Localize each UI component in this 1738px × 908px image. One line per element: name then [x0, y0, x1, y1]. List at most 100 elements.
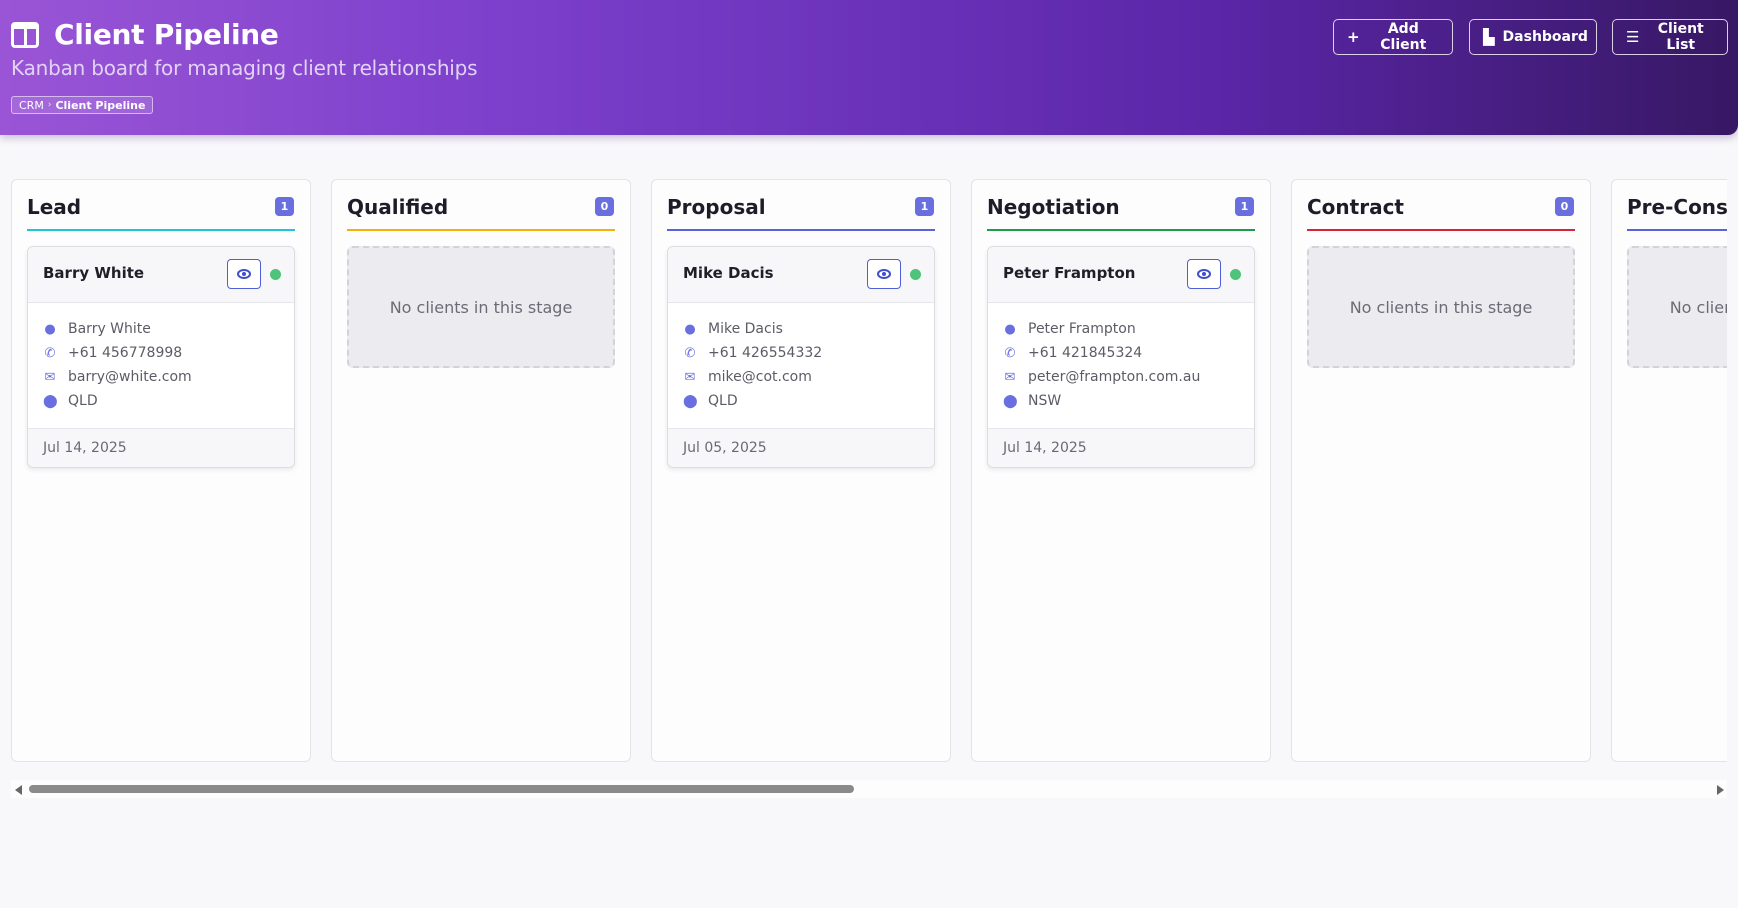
kanban-board: Lead 1 Barry White ● Barry White ✆ +61 456…: [11, 179, 1727, 762]
empty-stage-placeholder: No clients in this stage: [347, 246, 615, 368]
location-row: ⬤ QLD: [683, 389, 919, 413]
column-count-badge: 1: [275, 197, 294, 216]
eye-icon: [237, 269, 251, 279]
add-client-button[interactable]: + Add Client: [1333, 19, 1453, 55]
kanban-icon: [11, 21, 39, 48]
phone-number: +61 456778998: [68, 345, 183, 361]
card-body: ● Barry White ✆ +61 456778998 ✉ barry@white…: [28, 303, 294, 428]
location: NSW: [1028, 393, 1062, 409]
breadcrumb: CRM › Client Pipeline: [11, 96, 154, 114]
column-pre-construction: Pre-Const No clients in this stage: [1611, 179, 1727, 762]
column-header: Lead 1: [27, 193, 295, 231]
scroll-right-arrow-icon[interactable]: [1717, 785, 1724, 795]
location: QLD: [708, 393, 738, 409]
phone-icon: ✆: [1004, 345, 1016, 361]
view-client-button[interactable]: [867, 259, 901, 289]
contact-name: Mike Dacis: [708, 321, 783, 337]
phone-icon: ✆: [684, 345, 696, 361]
phone-number: +61 426554332: [708, 345, 823, 361]
column-header: Contract 0: [1307, 193, 1575, 231]
location-row: ⬤ NSW: [1003, 389, 1239, 413]
email-address: mike@cot.com: [708, 369, 812, 385]
eye-icon: [877, 269, 891, 279]
board-horizontal-scrollbar[interactable]: [11, 780, 1727, 798]
column-header: Qualified 0: [347, 193, 615, 231]
card-body: ● Peter Frampton ✆ +61 421845324 ✉ peter@fr…: [988, 303, 1254, 428]
column-title: Pre-Const: [1627, 195, 1727, 219]
card-footer-date: Jul 14, 2025: [988, 428, 1254, 467]
phone-row: ✆ +61 456778998: [43, 341, 279, 365]
view-client-button[interactable]: [1187, 259, 1221, 289]
phone-icon: ✆: [44, 345, 56, 361]
user-icon: ●: [1004, 321, 1016, 337]
column-title: Lead: [27, 195, 82, 219]
column-count-badge: 1: [1235, 197, 1254, 216]
breadcrumb-current: Client Pipeline: [55, 98, 146, 112]
email-address: barry@white.com: [68, 369, 192, 385]
title-row: Client Pipeline: [11, 18, 279, 51]
contact-row: ● Mike Dacis: [683, 317, 919, 341]
email-row: ✉ peter@frampton.com.au: [1003, 365, 1239, 389]
dashboard-label: Dashboard: [1502, 29, 1588, 45]
column-title: Contract: [1307, 195, 1404, 219]
column-title: Negotiation: [987, 195, 1120, 219]
client-list-button[interactable]: ☰ Client List: [1612, 19, 1728, 55]
contact-name: Peter Frampton: [1028, 321, 1136, 337]
column-proposal: Proposal 1 Mike Dacis ● Mike Dacis ✆ +61 4…: [651, 179, 951, 762]
map-pin-icon: ⬤: [43, 393, 58, 409]
contact-row: ● Barry White: [43, 317, 279, 341]
envelope-icon: ✉: [684, 369, 696, 385]
column-title: Proposal: [667, 195, 766, 219]
client-name: Barry White: [43, 264, 145, 282]
column-contract: Contract 0 No clients in this stage: [1291, 179, 1591, 762]
user-icon: ●: [44, 321, 56, 337]
column-header: Pre-Const: [1627, 193, 1727, 231]
column-negotiation: Negotiation 1 Peter Frampton ● Peter Fram…: [971, 179, 1271, 762]
email-row: ✉ barry@white.com: [43, 365, 279, 389]
map-pin-icon: ⬤: [1003, 393, 1018, 409]
column-header: Negotiation 1: [987, 193, 1255, 231]
page-subtitle: Kanban board for managing client relatio…: [11, 56, 478, 80]
status-indicator: [1230, 269, 1241, 280]
phone-number: +61 421845324: [1028, 345, 1143, 361]
card-header: Barry White: [28, 247, 294, 303]
scrollbar-thumb[interactable]: [29, 785, 854, 793]
column-qualified: Qualified 0 No clients in this stage: [331, 179, 631, 762]
email-row: ✉ mike@cot.com: [683, 365, 919, 389]
column-lead: Lead 1 Barry White ● Barry White ✆ +61 456…: [11, 179, 311, 762]
scroll-left-arrow-icon[interactable]: [15, 785, 22, 795]
plus-icon: +: [1347, 28, 1360, 46]
contact-name: Barry White: [68, 321, 151, 337]
empty-stage-placeholder: No clients in this stage: [1307, 246, 1575, 368]
card-header: Peter Frampton: [988, 247, 1254, 303]
chart-icon: ▙: [1483, 28, 1495, 46]
add-client-label: Add Client: [1380, 21, 1427, 53]
view-client-button[interactable]: [227, 259, 261, 289]
status-indicator: [270, 269, 281, 280]
client-card[interactable]: Peter Frampton ● Peter Frampton ✆ +61 4218…: [987, 246, 1255, 468]
location-row: ⬤ QLD: [43, 389, 279, 413]
client-card[interactable]: Barry White ● Barry White ✆ +61 456778998 …: [27, 246, 295, 468]
empty-stage-placeholder: No clients in this stage: [1627, 246, 1727, 368]
column-header: Proposal 1: [667, 193, 935, 231]
user-icon: ●: [684, 321, 696, 337]
client-name: Peter Frampton: [1003, 264, 1136, 282]
client-name: Mike Dacis: [683, 264, 774, 282]
breadcrumb-separator-icon: ›: [47, 100, 52, 110]
column-count-badge: 0: [595, 197, 614, 216]
phone-row: ✆ +61 426554332: [683, 341, 919, 365]
email-address: peter@frampton.com.au: [1028, 369, 1201, 385]
card-footer-date: Jul 14, 2025: [28, 428, 294, 467]
breadcrumb-root[interactable]: CRM: [19, 99, 44, 112]
client-card[interactable]: Mike Dacis ● Mike Dacis ✆ +61 426554332 ✉ m…: [667, 246, 935, 468]
list-icon: ☰: [1626, 28, 1640, 46]
page-header: Client Pipeline Kanban board for managin…: [0, 0, 1738, 135]
location: QLD: [68, 393, 98, 409]
column-count-badge: 0: [1555, 197, 1574, 216]
phone-row: ✆ +61 421845324: [1003, 341, 1239, 365]
eye-icon: [1197, 269, 1211, 279]
column-title: Qualified: [347, 195, 449, 219]
envelope-icon: ✉: [44, 369, 56, 385]
dashboard-button[interactable]: ▙ Dashboard: [1469, 19, 1597, 55]
page-title: Client Pipeline: [54, 18, 279, 51]
